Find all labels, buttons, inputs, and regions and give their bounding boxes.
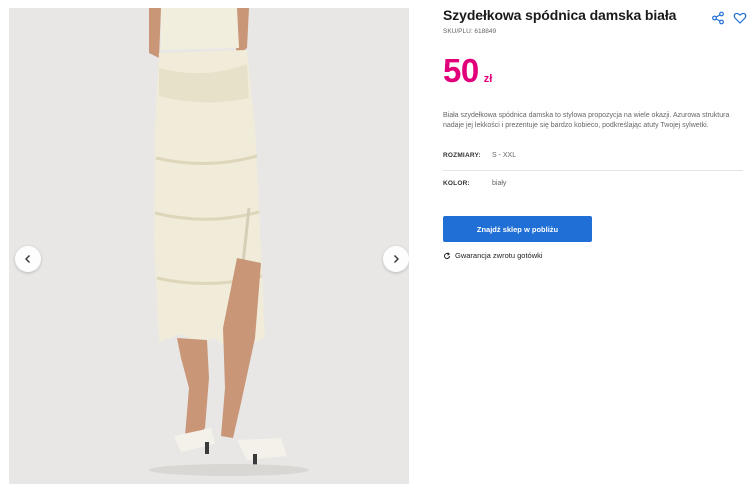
gallery-prev-button[interactable] (15, 246, 41, 272)
product-sku: SKU/PLU: 618849 (443, 28, 497, 35)
attributes-divider (443, 170, 743, 171)
product-title: Szydełkowa spódnica damska biała (443, 7, 677, 23)
product-info: Szydełkowa spódnica damska biała SKU/PLU… (443, 0, 749, 487)
gallery-next-button[interactable] (383, 246, 409, 272)
sizes-value: S - XXL (492, 152, 517, 159)
price-currency: zł (483, 73, 493, 85)
heart-icon[interactable] (733, 11, 747, 25)
color-value: biały (492, 180, 507, 187)
chevron-left-icon (25, 255, 30, 263)
product-description: Biała szydełkowa spódnica damska to styl… (443, 112, 730, 129)
share-icon[interactable] (711, 11, 725, 25)
product-photo (9, 8, 409, 484)
product-price: 50 zł (443, 52, 492, 90)
product-gallery[interactable] (9, 8, 409, 484)
guarantee-label: Gwarancja zwrotu gotówki (455, 251, 543, 260)
chevron-right-icon (394, 255, 399, 263)
find-store-button[interactable]: Znajdź sklep w pobliżu (443, 216, 592, 242)
refresh-icon (444, 251, 451, 259)
color-label: KOLOR: (443, 180, 470, 187)
money-back-guarantee[interactable]: Gwarancja zwrotu gotówki (443, 251, 543, 260)
sizes-label: ROZMIARY: (443, 152, 481, 159)
price-value: 50 (443, 52, 479, 89)
